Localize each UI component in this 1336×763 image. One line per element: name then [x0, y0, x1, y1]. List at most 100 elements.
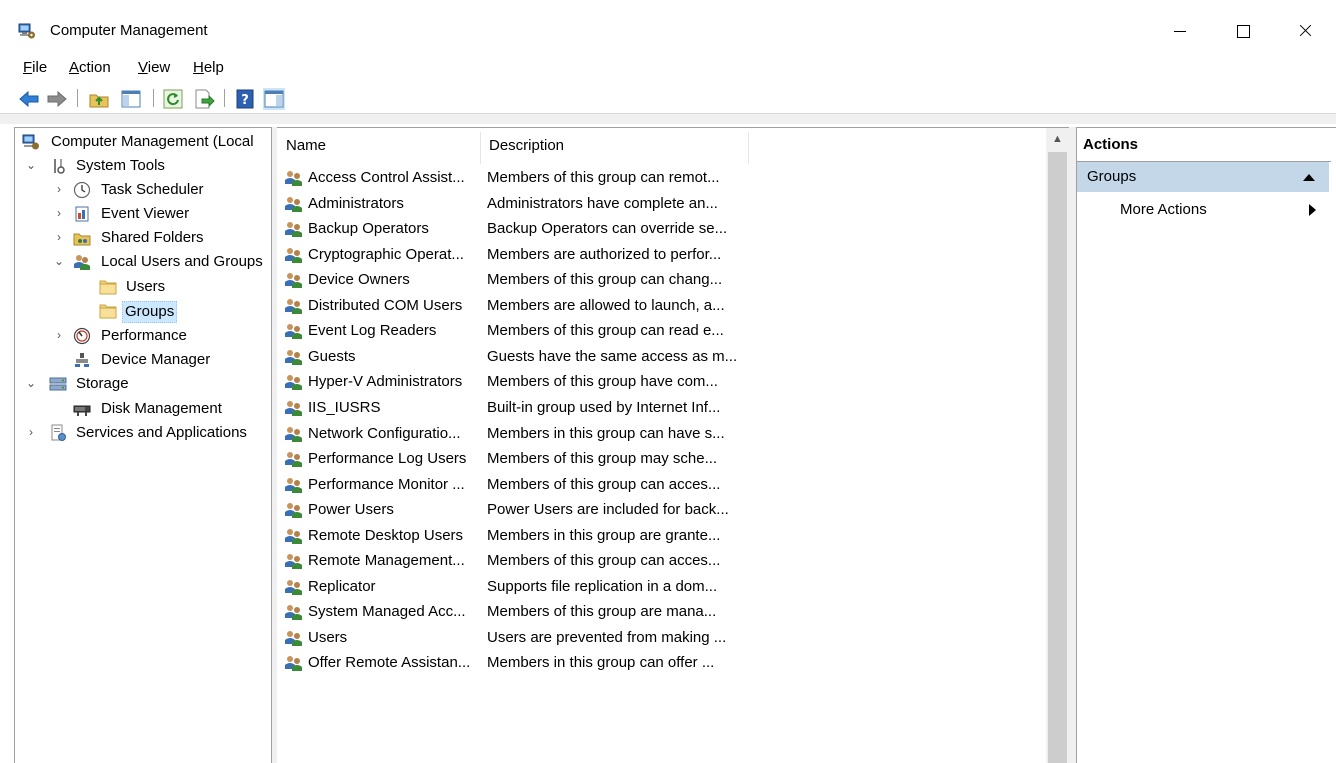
group-icon	[285, 298, 302, 314]
pane-splitter[interactable]	[1069, 127, 1076, 763]
list-item[interactable]: Users Users are prevented from making ...	[277, 625, 1046, 651]
system-tools-icon	[54, 159, 65, 174]
window-title: Computer Management	[50, 22, 208, 39]
group-name: Performance Monitor ...	[308, 475, 465, 493]
list-item[interactable]: System Managed Acc... Members of this gro…	[277, 599, 1046, 625]
help-icon[interactable]: ?	[234, 88, 256, 110]
expanded-chevron-icon[interactable]: ⌄	[53, 254, 65, 268]
up-folder-icon[interactable]	[88, 88, 110, 110]
list-item[interactable]: Device Owners Members of this group can c…	[277, 267, 1046, 293]
group-icon	[285, 503, 302, 519]
list-item[interactable]: Event Log Readers Members of this group c…	[277, 318, 1046, 344]
folder-icon	[99, 280, 117, 295]
list-item[interactable]: Remote Desktop Users Members in this grou…	[277, 523, 1046, 549]
menu-action[interactable]: Action	[69, 58, 111, 78]
list-item[interactable]: Power Users Power Users are included for …	[277, 497, 1046, 523]
vertical-scrollbar[interactable]: ▲	[1046, 128, 1069, 763]
group-description: Members of this group may sche...	[487, 450, 718, 468]
maximize-button[interactable]	[1220, 0, 1266, 58]
column-header-name[interactable]: Name	[277, 128, 480, 164]
list-item[interactable]: IIS_IUSRS Built-in group used by Internet…	[277, 395, 1046, 421]
scrollbar-thumb[interactable]	[1048, 152, 1067, 763]
list-item[interactable]: Replicator Supports file replication in a…	[277, 574, 1046, 600]
svg-text:?: ?	[241, 93, 249, 108]
group-name: Offer Remote Assistan...	[308, 654, 471, 672]
close-button[interactable]	[1282, 0, 1328, 58]
computer-management-icon	[22, 134, 39, 150]
menu-view[interactable]: View	[138, 58, 170, 78]
menu-bar: File Action View Help	[0, 56, 1336, 80]
menu-help[interactable]: Help	[193, 58, 224, 78]
expanded-chevron-icon[interactable]: ⌄	[25, 376, 37, 390]
collapse-arrow-icon[interactable]	[1303, 174, 1315, 181]
list-item[interactable]: Performance Log Users Members of this gro…	[277, 446, 1046, 472]
back-icon[interactable]	[18, 88, 40, 110]
list-item[interactable]: Administrators Administrators have comple…	[277, 191, 1046, 217]
group-name: Hyper-V Administrators	[308, 373, 463, 391]
services-applications-icon	[51, 424, 66, 441]
group-name: Remote Management...	[308, 552, 465, 570]
group-description: Members in this group can offer ...	[487, 654, 715, 672]
group-description: Built-in group used by Internet Inf...	[487, 398, 721, 416]
group-description: Supports file replication in a dom...	[487, 577, 718, 595]
group-name: Administrators	[308, 194, 404, 212]
more-actions-label: More Actions	[1120, 201, 1207, 218]
more-actions-item[interactable]: More Actions	[1077, 198, 1329, 222]
minimize-button[interactable]	[1157, 0, 1203, 58]
export-list-icon[interactable]	[193, 88, 215, 110]
groups-list-view: Name Description Access Control Assist..…	[277, 127, 1069, 763]
group-name: Distributed COM Users	[308, 296, 463, 314]
group-name: Backup Operators	[308, 220, 429, 238]
group-description: Users are prevented from making ...	[487, 628, 727, 646]
toolbar-separator	[153, 89, 154, 107]
show-hide-action-pane-icon[interactable]	[263, 88, 285, 110]
toolbar-separator	[224, 89, 225, 107]
collapsed-chevron-icon[interactable]: ›	[53, 328, 65, 342]
collapsed-chevron-icon[interactable]: ›	[53, 206, 65, 220]
group-icon	[285, 222, 302, 238]
scroll-up-arrow-icon[interactable]: ▲	[1046, 128, 1069, 150]
list-item[interactable]: Distributed COM Users Members are allowed…	[277, 293, 1046, 319]
group-name: Access Control Assist...	[308, 169, 465, 186]
group-description: Members in this group can have s...	[487, 424, 725, 442]
list-item[interactable]: Hyper-V Administrators Members of this gr…	[277, 369, 1046, 395]
list-item[interactable]: Remote Management... Members of this grou…	[277, 548, 1046, 574]
group-description: Members of this group can remot...	[487, 169, 720, 186]
group-name: Performance Log Users	[308, 450, 467, 468]
column-header-description[interactable]: Description	[480, 128, 748, 164]
group-name: Event Log Readers	[308, 322, 437, 340]
shared-folders-icon	[73, 233, 91, 246]
device-manager-icon	[75, 353, 89, 367]
actions-group-header[interactable]: Groups	[1077, 162, 1329, 192]
list-item[interactable]: Network Configuratio... Members in this g…	[277, 421, 1046, 447]
list-item[interactable]: Offer Remote Assistan... Members in this …	[277, 650, 1046, 676]
collapsed-chevron-icon[interactable]: ›	[53, 230, 65, 244]
group-description: Members of this group can chang...	[487, 271, 723, 289]
group-icon	[285, 196, 302, 212]
show-hide-tree-icon[interactable]	[120, 88, 142, 110]
group-description: Power Users are included for back...	[487, 501, 729, 519]
group-description: Guests have the same access as m...	[487, 347, 738, 365]
group-name: System Managed Acc...	[308, 603, 466, 621]
storage-icon	[49, 377, 67, 391]
group-name: Device Owners	[308, 271, 410, 289]
list-item[interactable]: Access Control Assist... Members of this …	[277, 165, 1046, 191]
collapsed-chevron-icon[interactable]: ›	[25, 425, 37, 439]
list-item[interactable]: Cryptographic Operat... Members are autho…	[277, 242, 1046, 268]
refresh-icon[interactable]	[162, 88, 184, 110]
column-divider[interactable]	[748, 132, 749, 164]
menu-file[interactable]: File	[23, 58, 47, 78]
group-name: Cryptographic Operat...	[308, 245, 464, 263]
group-icon	[285, 452, 302, 468]
expanded-chevron-icon[interactable]: ⌄	[25, 158, 37, 172]
group-icon	[285, 605, 302, 621]
folder-icon	[99, 304, 117, 319]
group-icon	[285, 579, 302, 595]
group-name: Network Configuratio...	[308, 424, 461, 442]
list-item[interactable]: Backup Operators Backup Operators can ove…	[277, 216, 1046, 242]
list-item[interactable]: Guests Guests have the same access as m..…	[277, 344, 1046, 370]
list-item[interactable]: Performance Monitor ... Members of this g…	[277, 472, 1046, 498]
group-icon	[285, 273, 302, 289]
collapsed-chevron-icon[interactable]: ›	[53, 182, 65, 196]
forward-icon[interactable]	[46, 88, 68, 110]
